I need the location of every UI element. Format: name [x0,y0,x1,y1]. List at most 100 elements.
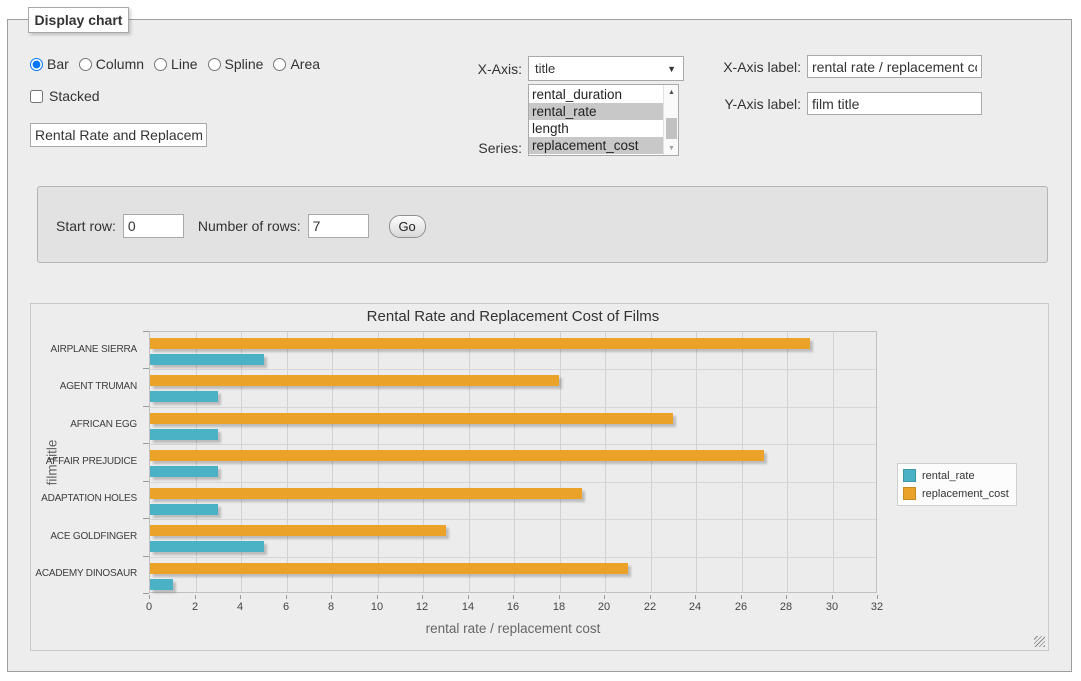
bar-replacement_cost [150,413,673,424]
chart-type-label: Line [171,56,197,72]
chart-type-label: Bar [47,56,69,72]
x-axis-label-input[interactable] [807,55,982,78]
y-tick-0 [143,331,149,332]
series-option-replacement_cost[interactable]: replacement_cost [529,137,663,154]
gridline-x-18 [560,332,561,592]
y-tick-6 [143,556,149,557]
category-label: AFRICAN EGG [31,419,143,430]
x-tick-30 [832,595,833,599]
gridline-x-8 [332,332,333,592]
bar-rental_rate [150,354,264,365]
chart-type-column[interactable]: Column [79,56,144,72]
category-label: AIRPLANE SIERRA [31,344,143,355]
series-option-length[interactable]: length [529,120,663,137]
series-list[interactable]: rental_durationrental_ratelengthreplacem… [528,84,679,156]
legend-swatch-rental_rate [903,469,916,482]
gridline-x-22 [651,332,652,592]
series-option-rental_duration[interactable]: rental_duration [529,86,663,103]
gridline-x-10 [378,332,379,592]
x-axis-select[interactable]: title ▼ [528,56,684,81]
go-button[interactable]: Go [389,215,426,238]
num-rows-input[interactable] [308,214,369,238]
x-tick-label-4: 4 [225,601,255,613]
y-tick-1 [143,368,149,369]
chart-type-bar[interactable]: Bar [30,56,69,72]
gridline-x-4 [241,332,242,592]
series-option-rental_rate[interactable]: rental_rate [529,103,663,120]
x-tick-8 [331,595,332,599]
category-label: ACE GOLDFINGER [31,531,143,542]
bar-replacement_cost [150,563,628,574]
gridline-y-5 [150,519,876,520]
gridline-x-2 [196,332,197,592]
scrollbar-thumb[interactable] [666,118,677,139]
bar-rental_rate [150,429,218,440]
legend-label: replacement_cost [922,488,1009,500]
scroll-down-icon[interactable]: ▼ [664,141,679,155]
x-tick-label-2: 2 [180,601,210,613]
x-tick-label-18: 18 [544,601,574,613]
bar-rental_rate [150,391,218,402]
start-row-label: Start row: [56,218,116,234]
gridline-x-14 [469,332,470,592]
y-axis-label-input[interactable] [807,92,982,115]
x-tick-label-32: 32 [862,601,892,613]
stacked-label: Stacked [49,88,100,104]
gridline-x-28 [787,332,788,592]
resize-grip-icon[interactable] [1034,636,1045,647]
y-tick-5 [143,518,149,519]
x-tick-label-14: 14 [453,601,483,613]
y-tick-3 [143,443,149,444]
x-axis-title: rental rate / replacement cost [149,621,877,636]
stacked-checkbox[interactable] [30,90,43,103]
series-list-scrollbar[interactable]: ▲ ▼ [663,85,678,155]
x-tick-14 [468,595,469,599]
chart-type-area[interactable]: Area [273,56,320,72]
chart-type-radio-column[interactable] [79,58,92,71]
y-axis-label-label: Y-Axis label: [700,96,801,112]
x-tick-24 [695,595,696,599]
legend-swatch-replacement_cost [903,487,916,500]
x-tick-20 [604,595,605,599]
x-tick-label-0: 0 [134,601,164,613]
chart-type-spline[interactable]: Spline [208,56,264,72]
fieldset-legend: Display chart [28,7,129,33]
num-rows-label: Number of rows: [198,218,301,234]
gridline-x-30 [833,332,834,592]
bar-replacement_cost [150,525,446,536]
category-label: ACADEMY DINOSAUR [31,568,143,579]
category-label: AFFAIR PREJUDICE [31,456,143,467]
x-tick-label-28: 28 [771,601,801,613]
scroll-up-icon[interactable]: ▲ [664,85,679,99]
bar-rental_rate [150,579,173,590]
chart-type-label: Spline [225,56,264,72]
x-tick-label-12: 12 [407,601,437,613]
series-list-options: rental_durationrental_ratelengthreplacem… [529,86,663,154]
stacked-row[interactable]: Stacked [30,88,100,104]
chart-type-radio-line[interactable] [154,58,167,71]
chart-type-label: Column [96,56,144,72]
chart-type-radio-spline[interactable] [208,58,221,71]
y-tick-7 [143,593,149,594]
x-axis-select-label: X-Axis: [430,61,522,77]
x-axis-label-label: X-Axis label: [700,59,801,75]
legend-entry-rental_rate: rental_rate [903,469,1009,482]
series-list-label: Series: [430,140,522,156]
chart-type-radio-bar[interactable] [30,58,43,71]
x-tick-22 [650,595,651,599]
x-tick-label-8: 8 [316,601,346,613]
start-row-input[interactable] [123,214,184,238]
bar-replacement_cost [150,488,582,499]
x-axis-selected-value: title [535,61,555,76]
chart-type-radio-area[interactable] [273,58,286,71]
x-tick-4 [240,595,241,599]
chart-container: Rental Rate and Replacement Cost of Film… [30,303,1049,651]
gridline-x-26 [742,332,743,592]
legend-label: rental_rate [922,470,975,482]
y-tick-4 [143,481,149,482]
chevron-down-icon: ▼ [667,64,676,74]
row-range-panel: Start row: Number of rows: Go [37,186,1048,263]
gridline-x-12 [423,332,424,592]
chart-title-input[interactable] [30,123,207,147]
chart-type-line[interactable]: Line [154,56,197,72]
